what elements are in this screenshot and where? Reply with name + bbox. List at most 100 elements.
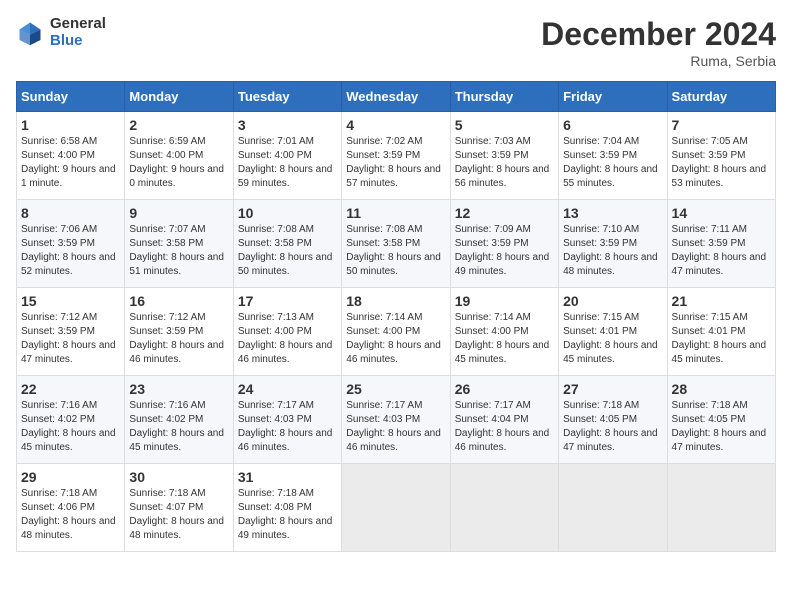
day-info: Sunrise: 7:18 AM Sunset: 4:06 PM Dayligh… (21, 487, 120, 543)
calendar-cell: 28Sunrise: 7:18 AM Sunset: 4:05 PM Dayli… (667, 376, 775, 464)
day-number: 12 (455, 205, 554, 221)
day-info: Sunrise: 7:15 AM Sunset: 4:01 PM Dayligh… (672, 311, 771, 367)
day-info: Sunrise: 7:04 AM Sunset: 3:59 PM Dayligh… (563, 135, 662, 191)
calendar-cell (450, 464, 558, 552)
col-header-sunday: Sunday (17, 82, 125, 112)
day-info: Sunrise: 7:12 AM Sunset: 3:59 PM Dayligh… (129, 311, 228, 367)
location: Ruma, Serbia (541, 53, 776, 69)
day-info: Sunrise: 6:58 AM Sunset: 4:00 PM Dayligh… (21, 135, 120, 191)
day-number: 23 (129, 381, 228, 397)
day-info: Sunrise: 7:18 AM Sunset: 4:05 PM Dayligh… (672, 399, 771, 455)
calendar-cell: 19 Sunrise: 7:14 AM Sunset: 4:00 PM Dayli… (450, 288, 558, 376)
calendar-cell: 3 Sunrise: 7:01 AM Sunset: 4:00 PM Daylig… (233, 112, 341, 200)
calendar-cell: 15 Sunrise: 7:12 AM Sunset: 3:59 PM Dayli… (17, 288, 125, 376)
day-info: Sunrise: 7:10 AM Sunset: 3:59 PM Dayligh… (563, 223, 662, 279)
day-number: 26 (455, 381, 554, 397)
calendar-cell: 25 Sunrise: 7:17 AM Sunset: 4:03 PM Dayli… (342, 376, 450, 464)
calendar-cell: 26 Sunrise: 7:17 AM Sunset: 4:04 PM Dayli… (450, 376, 558, 464)
col-header-saturday: Saturday (667, 82, 775, 112)
day-info: Sunrise: 7:17 AM Sunset: 4:03 PM Dayligh… (238, 399, 337, 455)
calendar-cell: 21 Sunrise: 7:15 AM Sunset: 4:01 PM Dayli… (667, 288, 775, 376)
day-info: Sunrise: 7:14 AM Sunset: 4:00 PM Dayligh… (455, 311, 554, 367)
day-number: 3 (238, 117, 337, 133)
calendar-cell: 1Sunrise: 6:58 AM Sunset: 4:00 PM Daylig… (17, 112, 125, 200)
calendar-cell: 2 Sunrise: 6:59 AM Sunset: 4:00 PM Daylig… (125, 112, 233, 200)
day-number: 11 (346, 205, 445, 221)
calendar-cell: 16 Sunrise: 7:12 AM Sunset: 3:59 PM Dayli… (125, 288, 233, 376)
day-number: 7 (672, 117, 771, 133)
day-number: 25 (346, 381, 445, 397)
header-row: SundayMondayTuesdayWednesdayThursdayFrid… (17, 82, 776, 112)
day-number: 19 (455, 293, 554, 309)
day-number: 13 (563, 205, 662, 221)
calendar-cell: 27 Sunrise: 7:18 AM Sunset: 4:05 PM Dayli… (559, 376, 667, 464)
calendar-cell: 7Sunrise: 7:05 AM Sunset: 3:59 PM Daylig… (667, 112, 775, 200)
day-number: 18 (346, 293, 445, 309)
calendar-cell: 23 Sunrise: 7:16 AM Sunset: 4:02 PM Dayli… (125, 376, 233, 464)
calendar-table: SundayMondayTuesdayWednesdayThursdayFrid… (16, 81, 776, 552)
day-info: Sunrise: 7:18 AM Sunset: 4:05 PM Dayligh… (563, 399, 662, 455)
col-header-thursday: Thursday (450, 82, 558, 112)
day-info: Sunrise: 7:09 AM Sunset: 3:59 PM Dayligh… (455, 223, 554, 279)
calendar-cell: 14Sunrise: 7:11 AM Sunset: 3:59 PM Dayli… (667, 200, 775, 288)
day-info: Sunrise: 7:16 AM Sunset: 4:02 PM Dayligh… (129, 399, 228, 455)
calendar-cell: 31 Sunrise: 7:18 AM Sunset: 4:08 PM Dayli… (233, 464, 341, 552)
day-number: 30 (129, 469, 228, 485)
day-info: Sunrise: 6:59 AM Sunset: 4:00 PM Dayligh… (129, 135, 228, 191)
col-header-friday: Friday (559, 82, 667, 112)
calendar-cell: 22 Sunrise: 7:16 AM Sunset: 4:02 PM Dayli… (17, 376, 125, 464)
calendar-cell: 29 Sunrise: 7:18 AM Sunset: 4:06 PM Dayli… (17, 464, 125, 552)
logo-blue-text: Blue (50, 33, 106, 50)
day-info: Sunrise: 7:17 AM Sunset: 4:03 PM Dayligh… (346, 399, 445, 455)
month-title: December 2024 (541, 16, 776, 53)
day-number: 17 (238, 293, 337, 309)
calendar-cell: 8 Sunrise: 7:06 AM Sunset: 3:59 PM Daylig… (17, 200, 125, 288)
day-info: Sunrise: 7:16 AM Sunset: 4:02 PM Dayligh… (21, 399, 120, 455)
day-info: Sunrise: 7:01 AM Sunset: 4:00 PM Dayligh… (238, 135, 337, 191)
calendar-cell: 20Sunrise: 7:15 AM Sunset: 4:01 PM Dayli… (559, 288, 667, 376)
calendar-cell: 10Sunrise: 7:08 AM Sunset: 3:58 PM Dayli… (233, 200, 341, 288)
day-number: 15 (21, 293, 120, 309)
day-info: Sunrise: 7:12 AM Sunset: 3:59 PM Dayligh… (21, 311, 120, 367)
day-info: Sunrise: 7:18 AM Sunset: 4:07 PM Dayligh… (129, 487, 228, 543)
week-row: 15 Sunrise: 7:12 AM Sunset: 3:59 PM Dayli… (17, 288, 776, 376)
day-info: Sunrise: 7:08 AM Sunset: 3:58 PM Dayligh… (346, 223, 445, 279)
day-number: 16 (129, 293, 228, 309)
day-info: Sunrise: 7:06 AM Sunset: 3:59 PM Dayligh… (21, 223, 120, 279)
calendar-cell (342, 464, 450, 552)
calendar-cell: 6Sunrise: 7:04 AM Sunset: 3:59 PM Daylig… (559, 112, 667, 200)
calendar-cell: 12 Sunrise: 7:09 AM Sunset: 3:59 PM Dayli… (450, 200, 558, 288)
day-info: Sunrise: 7:13 AM Sunset: 4:00 PM Dayligh… (238, 311, 337, 367)
page-header: General Blue December 2024 Ruma, Serbia (16, 16, 776, 69)
logo: General Blue (16, 16, 106, 49)
day-number: 9 (129, 205, 228, 221)
calendar-cell (559, 464, 667, 552)
day-info: Sunrise: 7:03 AM Sunset: 3:59 PM Dayligh… (455, 135, 554, 191)
calendar-cell: 11 Sunrise: 7:08 AM Sunset: 3:58 PM Dayli… (342, 200, 450, 288)
calendar-cell: 9 Sunrise: 7:07 AM Sunset: 3:58 PM Daylig… (125, 200, 233, 288)
calendar-cell: 13 Sunrise: 7:10 AM Sunset: 3:59 PM Dayli… (559, 200, 667, 288)
title-block: December 2024 Ruma, Serbia (541, 16, 776, 69)
day-info: Sunrise: 7:18 AM Sunset: 4:08 PM Dayligh… (238, 487, 337, 543)
day-number: 8 (21, 205, 120, 221)
calendar-cell: 18Sunrise: 7:14 AM Sunset: 4:00 PM Dayli… (342, 288, 450, 376)
calendar-cell (667, 464, 775, 552)
week-row: 8 Sunrise: 7:06 AM Sunset: 3:59 PM Daylig… (17, 200, 776, 288)
day-number: 21 (672, 293, 771, 309)
calendar-cell: 30 Sunrise: 7:18 AM Sunset: 4:07 PM Dayli… (125, 464, 233, 552)
day-number: 29 (21, 469, 120, 485)
day-info: Sunrise: 7:17 AM Sunset: 4:04 PM Dayligh… (455, 399, 554, 455)
day-number: 27 (563, 381, 662, 397)
calendar-cell: 5 Sunrise: 7:03 AM Sunset: 3:59 PM Daylig… (450, 112, 558, 200)
day-info: Sunrise: 7:07 AM Sunset: 3:58 PM Dayligh… (129, 223, 228, 279)
day-number: 31 (238, 469, 337, 485)
day-number: 22 (21, 381, 120, 397)
col-header-tuesday: Tuesday (233, 82, 341, 112)
logo-general-text: General (50, 16, 106, 33)
calendar-cell: 4Sunrise: 7:02 AM Sunset: 3:59 PM Daylig… (342, 112, 450, 200)
day-number: 10 (238, 205, 337, 221)
day-number: 5 (455, 117, 554, 133)
day-number: 24 (238, 381, 337, 397)
col-header-monday: Monday (125, 82, 233, 112)
day-number: 2 (129, 117, 228, 133)
